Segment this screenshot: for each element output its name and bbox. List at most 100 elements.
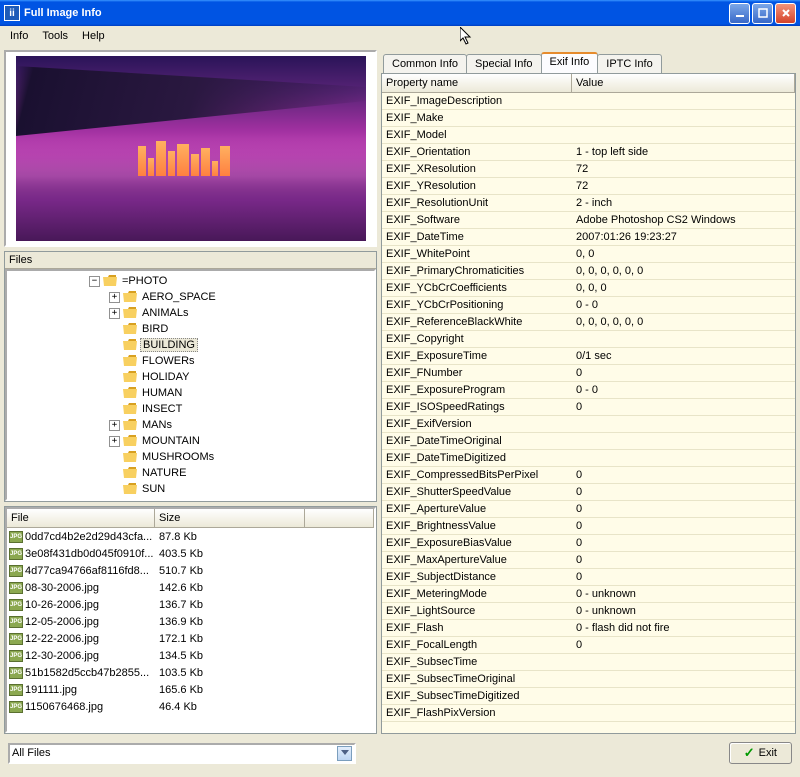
collapse-icon[interactable]: − xyxy=(89,276,100,287)
tree-item[interactable]: HUMAN xyxy=(9,385,372,401)
tree-item[interactable]: MUSHROOMs xyxy=(9,449,372,465)
minimize-button[interactable] xyxy=(729,3,750,24)
exif-row[interactable]: EXIF_MeteringMode0 - unknown xyxy=(382,586,795,603)
menu-tools[interactable]: Tools xyxy=(36,28,74,44)
exif-row[interactable]: EXIF_CompressedBitsPerPixel0 xyxy=(382,467,795,484)
tab-special-info[interactable]: Special Info xyxy=(466,54,541,73)
jpg-icon: JPG xyxy=(9,582,23,594)
exif-row[interactable]: EXIF_ApertureValue0 xyxy=(382,501,795,518)
exif-row[interactable]: EXIF_SubsecTimeDigitized xyxy=(382,688,795,705)
exif-row[interactable]: EXIF_YResolution72 xyxy=(382,178,795,195)
exif-row[interactable]: EXIF_ExposureTime0/1 sec xyxy=(382,348,795,365)
property-column-header[interactable]: Property name xyxy=(382,74,572,93)
exif-row[interactable]: EXIF_FNumber0 xyxy=(382,365,795,382)
exif-row[interactable]: EXIF_ExposureProgram0 - 0 xyxy=(382,382,795,399)
exif-row[interactable]: EXIF_FocalLength0 xyxy=(382,637,795,654)
tree-item[interactable]: INSECT xyxy=(9,401,372,417)
exif-row[interactable]: EXIF_SoftwareAdobe Photoshop CS2 Windows xyxy=(382,212,795,229)
file-name: 4d77ca94766af8116fd8... xyxy=(25,565,149,577)
exif-row[interactable]: EXIF_Make xyxy=(382,110,795,127)
exif-row[interactable]: EXIF_Flash0 - flash did not fire xyxy=(382,620,795,637)
exif-row[interactable]: EXIF_Copyright xyxy=(382,331,795,348)
exif-property: EXIF_CompressedBitsPerPixel xyxy=(382,469,572,481)
exif-row[interactable]: EXIF_SubsecTimeOriginal xyxy=(382,671,795,688)
check-icon: ✓ xyxy=(744,745,755,761)
folder-tree[interactable]: −=PHOTO+AERO_SPACE+ANIMALsBIRDBUILDINGFL… xyxy=(5,269,376,501)
exif-row[interactable]: EXIF_ISOSpeedRatings0 xyxy=(382,399,795,416)
file-row[interactable]: JPG08-30-2006.jpg142.6 Kb xyxy=(7,579,374,596)
file-row[interactable]: JPG51b1582d5ccb47b2855...103.5 Kb xyxy=(7,664,374,681)
exif-value: 0 - unknown xyxy=(572,588,636,600)
tree-item-label: INSECT xyxy=(140,403,184,415)
tree-item[interactable]: +AERO_SPACE xyxy=(9,289,372,305)
exif-row[interactable]: EXIF_ShutterSpeedValue0 xyxy=(382,484,795,501)
tree-item[interactable]: FLOWERs xyxy=(9,353,372,369)
file-name: 51b1582d5ccb47b2855... xyxy=(25,667,149,679)
exif-row[interactable]: EXIF_FlashPixVersion xyxy=(382,705,795,722)
exif-row[interactable]: EXIF_ReferenceBlackWhite0, 0, 0, 0, 0, 0 xyxy=(382,314,795,331)
file-name: 1150676468.jpg xyxy=(25,701,103,713)
exif-row[interactable]: EXIF_ImageDescription xyxy=(382,93,795,110)
tree-item[interactable]: NATURE xyxy=(9,465,372,481)
expand-icon[interactable]: + xyxy=(109,420,120,431)
exif-property: EXIF_FocalLength xyxy=(382,639,572,651)
tree-item[interactable]: +ANIMALs xyxy=(9,305,372,321)
chevron-down-icon[interactable] xyxy=(337,746,352,761)
file-row[interactable]: JPG12-22-2006.jpg172.1 Kb xyxy=(7,630,374,647)
value-column-header[interactable]: Value xyxy=(572,74,795,93)
file-row[interactable]: JPG0dd7cd4b2e2d29d43cfa...87.8 Kb xyxy=(7,528,374,545)
close-button[interactable] xyxy=(775,3,796,24)
exif-row[interactable]: EXIF_ExposureBiasValue0 xyxy=(382,535,795,552)
exit-button[interactable]: ✓ Exit xyxy=(729,742,792,764)
menu-info[interactable]: Info xyxy=(4,28,34,44)
tree-item[interactable]: BIRD xyxy=(9,321,372,337)
exif-row[interactable]: EXIF_WhitePoint0, 0 xyxy=(382,246,795,263)
file-filter-combo[interactable]: All Files xyxy=(8,743,356,764)
file-row[interactable]: JPG3e08f431db0d045f0910f...403.5 Kb xyxy=(7,545,374,562)
tree-root[interactable]: −=PHOTO xyxy=(9,273,372,289)
tab-iptc-info[interactable]: IPTC Info xyxy=(597,54,661,73)
jpg-icon: JPG xyxy=(9,531,23,543)
file-row[interactable]: JPG191111.jpg165.6 Kb xyxy=(7,681,374,698)
exif-row[interactable]: EXIF_BrightnessValue0 xyxy=(382,518,795,535)
exif-row[interactable]: EXIF_YCbCrCoefficients0, 0, 0 xyxy=(382,280,795,297)
exif-row[interactable]: EXIF_DateTimeOriginal xyxy=(382,433,795,450)
tree-item[interactable]: SUN xyxy=(9,481,372,497)
tree-item[interactable]: +MOUNTAIN xyxy=(9,433,372,449)
exif-row[interactable]: EXIF_XResolution72 xyxy=(382,161,795,178)
expand-icon[interactable]: + xyxy=(109,436,120,447)
file-row[interactable]: JPG10-26-2006.jpg136.7 Kb xyxy=(7,596,374,613)
exif-row[interactable]: EXIF_ExifVersion xyxy=(382,416,795,433)
tree-item[interactable]: HOLIDAY xyxy=(9,369,372,385)
expand-icon[interactable]: + xyxy=(109,292,120,303)
exif-row[interactable]: EXIF_ResolutionUnit2 - inch xyxy=(382,195,795,212)
tab-common-info[interactable]: Common Info xyxy=(383,54,467,73)
exif-row[interactable]: EXIF_LightSource0 - unknown xyxy=(382,603,795,620)
exif-table[interactable]: Property name Value EXIF_ImageDescriptio… xyxy=(382,74,795,733)
exif-row[interactable]: EXIF_SubjectDistance0 xyxy=(382,569,795,586)
maximize-button[interactable] xyxy=(752,3,773,24)
exif-row[interactable]: EXIF_MaxApertureValue0 xyxy=(382,552,795,569)
exif-row[interactable]: EXIF_PrimaryChromaticities0, 0, 0, 0, 0,… xyxy=(382,263,795,280)
exif-row[interactable]: EXIF_DateTime2007:01:26 19:23:27 xyxy=(382,229,795,246)
exif-row[interactable]: EXIF_SubsecTime xyxy=(382,654,795,671)
exif-row[interactable]: EXIF_Model xyxy=(382,127,795,144)
file-row[interactable]: JPG1150676468.jpg46.4 Kb xyxy=(7,698,374,715)
tree-item[interactable]: +MANs xyxy=(9,417,372,433)
exif-row[interactable]: EXIF_Orientation1 - top left side xyxy=(382,144,795,161)
file-row[interactable]: JPG12-05-2006.jpg136.9 Kb xyxy=(7,613,374,630)
tree-item[interactable]: BUILDING xyxy=(9,337,372,353)
file-column-header[interactable]: File xyxy=(7,509,155,527)
empty-column-header[interactable] xyxy=(305,509,374,527)
file-row[interactable]: JPG4d77ca94766af8116fd8...510.7 Kb xyxy=(7,562,374,579)
tab-exif-info[interactable]: Exif Info xyxy=(541,52,599,73)
exif-property: EXIF_ExposureProgram xyxy=(382,384,572,396)
expand-icon[interactable]: + xyxy=(109,308,120,319)
exif-property: EXIF_ExposureBiasValue xyxy=(382,537,572,549)
size-column-header[interactable]: Size xyxy=(155,509,305,527)
exif-row[interactable]: EXIF_YCbCrPositioning0 - 0 xyxy=(382,297,795,314)
exif-row[interactable]: EXIF_DateTimeDigitized xyxy=(382,450,795,467)
menu-help[interactable]: Help xyxy=(76,28,111,44)
file-list[interactable]: File Size JPG0dd7cd4b2e2d29d43cfa...87.8… xyxy=(5,507,376,733)
file-row[interactable]: JPG12-30-2006.jpg134.5 Kb xyxy=(7,647,374,664)
